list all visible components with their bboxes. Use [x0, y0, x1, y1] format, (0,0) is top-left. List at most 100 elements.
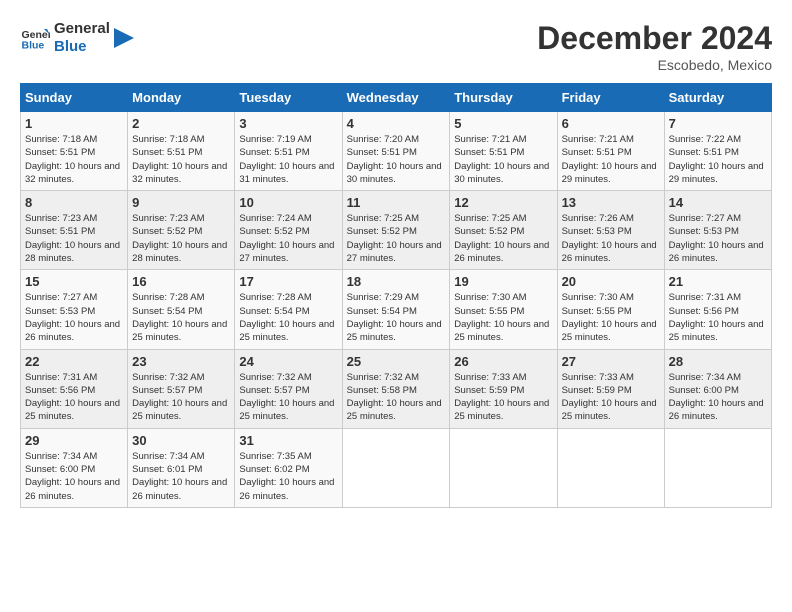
day-info: Sunrise: 7:31 AMSunset: 5:56 PMDaylight:…	[669, 291, 767, 344]
day-number: 28	[669, 354, 767, 369]
day-number: 29	[25, 433, 123, 448]
day-number: 12	[454, 195, 552, 210]
day-info: Sunrise: 7:29 AMSunset: 5:54 PMDaylight:…	[347, 291, 446, 344]
day-cell: 4 Sunrise: 7:20 AMSunset: 5:51 PMDaylight…	[342, 112, 450, 191]
day-info: Sunrise: 7:28 AMSunset: 5:54 PMDaylight:…	[239, 291, 337, 344]
day-info: Sunrise: 7:20 AMSunset: 5:51 PMDaylight:…	[347, 133, 446, 186]
header-saturday: Saturday	[664, 84, 771, 112]
day-info: Sunrise: 7:32 AMSunset: 5:58 PMDaylight:…	[347, 371, 446, 424]
day-info: Sunrise: 7:34 AMSunset: 6:01 PMDaylight:…	[132, 450, 230, 503]
header: General Blue General Blue December 2024 …	[20, 20, 772, 73]
day-cell: 20Sunrise: 7:30 AMSunset: 5:55 PMDayligh…	[557, 270, 664, 349]
day-number: 6	[562, 116, 660, 131]
day-cell	[557, 428, 664, 507]
day-info: Sunrise: 7:19 AMSunset: 5:51 PMDaylight:…	[239, 133, 337, 186]
day-number: 10	[239, 195, 337, 210]
day-info: Sunrise: 7:25 AMSunset: 5:52 PMDaylight:…	[454, 212, 552, 265]
day-number: 21	[669, 274, 767, 289]
day-cell: 1 Sunrise: 7:18 AMSunset: 5:51 PMDaylight…	[21, 112, 128, 191]
day-cell: 10 Sunrise: 7:24 AMSunset: 5:52 PMDayligh…	[235, 191, 342, 270]
day-cell: 21 Sunrise: 7:31 AMSunset: 5:56 PMDayligh…	[664, 270, 771, 349]
day-cell: 18 Sunrise: 7:29 AMSunset: 5:54 PMDayligh…	[342, 270, 450, 349]
day-info: Sunrise: 7:32 AMSunset: 5:57 PMDaylight:…	[239, 371, 337, 424]
day-number: 5	[454, 116, 552, 131]
day-cell: 30Sunrise: 7:34 AMSunset: 6:01 PMDayligh…	[128, 428, 235, 507]
day-number: 8	[25, 195, 123, 210]
day-info: Sunrise: 7:26 AMSunset: 5:53 PMDaylight:…	[562, 212, 660, 265]
day-info: Sunrise: 7:25 AMSunset: 5:52 PMDaylight:…	[347, 212, 446, 265]
day-info: Sunrise: 7:32 AMSunset: 5:57 PMDaylight:…	[132, 371, 230, 424]
header-wednesday: Wednesday	[342, 84, 450, 112]
logo-icon: General Blue	[20, 23, 50, 53]
week-row-4: 22Sunrise: 7:31 AMSunset: 5:56 PMDayligh…	[21, 349, 772, 428]
day-cell: 26Sunrise: 7:33 AMSunset: 5:59 PMDayligh…	[450, 349, 557, 428]
day-info: Sunrise: 7:22 AMSunset: 5:51 PMDaylight:…	[669, 133, 767, 186]
day-number: 18	[347, 274, 446, 289]
day-cell: 19 Sunrise: 7:30 AMSunset: 5:55 PMDayligh…	[450, 270, 557, 349]
header-tuesday: Tuesday	[235, 84, 342, 112]
day-cell: 31Sunrise: 7:35 AMSunset: 6:02 PMDayligh…	[235, 428, 342, 507]
day-number: 23	[132, 354, 230, 369]
day-cell: 15Sunrise: 7:27 AMSunset: 5:53 PMDayligh…	[21, 270, 128, 349]
day-info: Sunrise: 7:27 AMSunset: 5:53 PMDaylight:…	[25, 291, 123, 344]
day-cell	[450, 428, 557, 507]
day-cell: 27 Sunrise: 7:33 AMSunset: 5:59 PMDayligh…	[557, 349, 664, 428]
day-cell: 13 Sunrise: 7:26 AMSunset: 5:53 PMDayligh…	[557, 191, 664, 270]
day-info: Sunrise: 7:21 AMSunset: 5:51 PMDaylight:…	[562, 133, 660, 186]
day-number: 13	[562, 195, 660, 210]
day-number: 20	[562, 274, 660, 289]
day-cell: 28 Sunrise: 7:34 AMSunset: 6:00 PMDayligh…	[664, 349, 771, 428]
day-info: Sunrise: 7:23 AMSunset: 5:51 PMDaylight:…	[25, 212, 123, 265]
day-info: Sunrise: 7:34 AMSunset: 6:00 PMDaylight:…	[669, 371, 767, 424]
day-number: 4	[347, 116, 446, 131]
day-cell: 25Sunrise: 7:32 AMSunset: 5:58 PMDayligh…	[342, 349, 450, 428]
day-number: 17	[239, 274, 337, 289]
day-number: 16	[132, 274, 230, 289]
day-cell	[342, 428, 450, 507]
day-info: Sunrise: 7:18 AMSunset: 5:51 PMDaylight:…	[25, 133, 123, 186]
day-cell: 22Sunrise: 7:31 AMSunset: 5:56 PMDayligh…	[21, 349, 128, 428]
day-cell: 17 Sunrise: 7:28 AMSunset: 5:54 PMDayligh…	[235, 270, 342, 349]
day-info: Sunrise: 7:31 AMSunset: 5:56 PMDaylight:…	[25, 371, 123, 424]
day-cell: 14Sunrise: 7:27 AMSunset: 5:53 PMDayligh…	[664, 191, 771, 270]
day-cell: 6 Sunrise: 7:21 AMSunset: 5:51 PMDaylight…	[557, 112, 664, 191]
calendar-table: SundayMondayTuesdayWednesdayThursdayFrid…	[20, 83, 772, 508]
week-row-3: 15Sunrise: 7:27 AMSunset: 5:53 PMDayligh…	[21, 270, 772, 349]
calendar-title: December 2024	[537, 20, 772, 57]
day-cell: 9Sunrise: 7:23 AMSunset: 5:52 PMDaylight…	[128, 191, 235, 270]
calendar-body: 1 Sunrise: 7:18 AMSunset: 5:51 PMDaylight…	[21, 112, 772, 508]
day-info: Sunrise: 7:24 AMSunset: 5:52 PMDaylight:…	[239, 212, 337, 265]
title-area: December 2024 Escobedo, Mexico	[537, 20, 772, 73]
day-cell: 2 Sunrise: 7:18 AMSunset: 5:51 PMDaylight…	[128, 112, 235, 191]
week-row-5: 29Sunrise: 7:34 AMSunset: 6:00 PMDayligh…	[21, 428, 772, 507]
svg-text:Blue: Blue	[22, 40, 45, 52]
header-sunday: Sunday	[21, 84, 128, 112]
day-number: 19	[454, 274, 552, 289]
day-cell: 16Sunrise: 7:28 AMSunset: 5:54 PMDayligh…	[128, 270, 235, 349]
day-number: 27	[562, 354, 660, 369]
logo: General Blue General Blue	[20, 20, 134, 56]
day-info: Sunrise: 7:30 AMSunset: 5:55 PMDaylight:…	[454, 291, 552, 344]
header-thursday: Thursday	[450, 84, 557, 112]
day-number: 31	[239, 433, 337, 448]
day-number: 2	[132, 116, 230, 131]
day-number: 26	[454, 354, 552, 369]
header-friday: Friday	[557, 84, 664, 112]
day-cell: 7Sunrise: 7:22 AMSunset: 5:51 PMDaylight…	[664, 112, 771, 191]
day-cell: 3 Sunrise: 7:19 AMSunset: 5:51 PMDaylight…	[235, 112, 342, 191]
day-info: Sunrise: 7:23 AMSunset: 5:52 PMDaylight:…	[132, 212, 230, 265]
day-info: Sunrise: 7:21 AMSunset: 5:51 PMDaylight:…	[454, 133, 552, 186]
day-cell: 29Sunrise: 7:34 AMSunset: 6:00 PMDayligh…	[21, 428, 128, 507]
day-cell: 11Sunrise: 7:25 AMSunset: 5:52 PMDayligh…	[342, 191, 450, 270]
day-number: 3	[239, 116, 337, 131]
day-info: Sunrise: 7:27 AMSunset: 5:53 PMDaylight:…	[669, 212, 767, 265]
header-monday: Monday	[128, 84, 235, 112]
day-cell	[664, 428, 771, 507]
day-cell: 8 Sunrise: 7:23 AMSunset: 5:51 PMDaylight…	[21, 191, 128, 270]
day-number: 1	[25, 116, 123, 131]
day-info: Sunrise: 7:18 AMSunset: 5:51 PMDaylight:…	[132, 133, 230, 186]
calendar-header-row: SundayMondayTuesdayWednesdayThursdayFrid…	[21, 84, 772, 112]
day-info: Sunrise: 7:33 AMSunset: 5:59 PMDaylight:…	[562, 371, 660, 424]
logo-line2: Blue	[54, 38, 110, 56]
day-cell: 5 Sunrise: 7:21 AMSunset: 5:51 PMDaylight…	[450, 112, 557, 191]
